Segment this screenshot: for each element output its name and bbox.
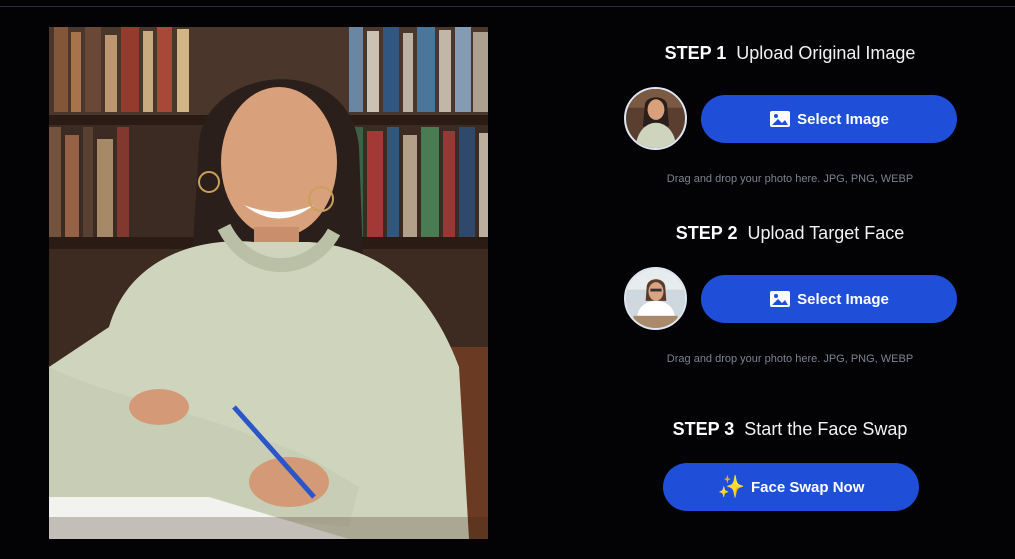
step2-select-image-button[interactable]: Select Image	[701, 275, 957, 323]
step2-number: STEP 2	[675, 223, 738, 243]
step3-heading: STEP 3 Start the Face Swap	[600, 419, 980, 440]
step1-heading: STEP 1 Upload Original Image	[600, 43, 980, 64]
step2-row: Select Image	[600, 267, 980, 331]
woman-portrait-image	[49, 27, 488, 539]
step1-title: Upload Original Image	[736, 43, 916, 63]
step2-title: Upload Target Face	[747, 223, 905, 243]
step1-button-label: Select Image	[797, 110, 889, 128]
target-face-avatar	[626, 269, 685, 328]
face-swap-button-label: Face Swap Now	[751, 478, 865, 496]
step1-number: STEP 1	[664, 43, 727, 63]
original-image-avatar	[626, 89, 685, 148]
step3-number: STEP 3	[672, 419, 735, 439]
face-swap-page: STEP 1 Upload Original Image Select Imag…	[0, 0, 1015, 559]
step3-title: Start the Face Swap	[744, 419, 908, 439]
step1-hint: Drag and drop your photo here. JPG, PNG,…	[666, 173, 914, 185]
face-swap-now-button[interactable]: ✨ Face Swap Now	[663, 463, 919, 511]
steps-panel: STEP 1 Upload Original Image Select Imag…	[600, 0, 980, 559]
image-icon	[769, 110, 791, 128]
step1-select-image-button[interactable]: Select Image	[701, 95, 957, 143]
image-icon	[769, 290, 791, 308]
original-image-preview	[49, 27, 488, 539]
target-face-thumbnail	[624, 267, 687, 330]
step1-row: Select Image	[600, 87, 980, 151]
step2-heading: STEP 2 Upload Target Face	[600, 223, 980, 244]
sparkles-icon: ✨	[717, 474, 746, 499]
step2-button-label: Select Image	[797, 290, 889, 308]
step2-hint: Drag and drop your photo here. JPG, PNG,…	[666, 353, 914, 365]
original-image-thumbnail	[624, 87, 687, 150]
